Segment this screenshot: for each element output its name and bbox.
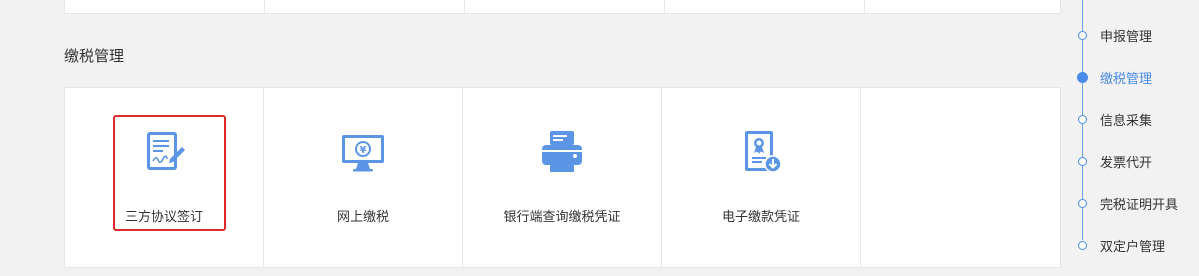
timeline-item-declaration[interactable]: 申报管理 (1074, 25, 1152, 45)
timeline-dot (1078, 198, 1087, 208)
timeline-dot (1078, 240, 1087, 250)
timeline-item-label: 完税证明开具 (1100, 197, 1179, 213)
timeline-item-info-collection[interactable]: 信息采集 (1074, 109, 1152, 129)
printer-icon (542, 131, 582, 172)
section-title: 缴税管理 (64, 47, 125, 65)
tile-electronic-payment-voucher[interactable]: 电子缴款凭证 (662, 88, 861, 267)
timeline-dot (1078, 30, 1087, 40)
grid-cell (865, 0, 1060, 13)
timeline-item-tax-payment[interactable]: 缴税管理 (1074, 67, 1152, 87)
timeline-item-tax-certificate[interactable]: 完税证明开具 (1074, 193, 1178, 213)
grid-cell (65, 0, 265, 13)
contract-sign-icon (147, 132, 185, 170)
tile-label: 银行端查询缴税凭证 (503, 210, 621, 225)
timeline-item-label: 发票代开 (1100, 155, 1153, 171)
monitor-yen-icon: ¥ (342, 135, 384, 172)
timeline-nav: 申报管理 缴税管理 信息采集 发票代开 完税证明开具 双定户管理 (1074, 0, 1199, 276)
timeline-item-label: 双定户管理 (1100, 239, 1166, 255)
previous-section-grid (64, 0, 1061, 14)
timeline-item-label: 申报管理 (1100, 29, 1153, 45)
timeline-item-label: 缴税管理 (1100, 71, 1153, 87)
svg-text:¥: ¥ (360, 145, 367, 156)
grid-cell (265, 0, 465, 13)
tile-bank-voucher-query[interactable]: 银行端查询缴税凭证 (463, 88, 662, 267)
grid-cell (665, 0, 865, 13)
tile-tripartite-agreement[interactable]: 三方协议签订 (65, 88, 264, 267)
tile-online-tax-payment[interactable]: ¥ 网上缴税 (264, 88, 463, 267)
certificate-download-icon (745, 131, 782, 173)
timeline-item-label: 信息采集 (1100, 113, 1153, 129)
grid-cell (465, 0, 665, 13)
tile-label: 三方协议签订 (124, 210, 203, 225)
empty-tile (861, 88, 1060, 267)
timeline-dot (1078, 114, 1087, 124)
tile-label: 电子缴款凭证 (721, 210, 800, 225)
service-grid: 三方协议签订 ¥ 网上缴税 银行端查询缴税凭证 电子缴款凭证 (64, 87, 1061, 268)
timeline-dot (1078, 156, 1087, 166)
timeline-dot-active (1077, 71, 1088, 83)
timeline-item-invoice-issuing[interactable]: 发票代开 (1074, 151, 1152, 171)
timeline-item-fixed-household[interactable]: 双定户管理 (1074, 235, 1165, 255)
tile-label: 网上缴税 (336, 210, 389, 225)
